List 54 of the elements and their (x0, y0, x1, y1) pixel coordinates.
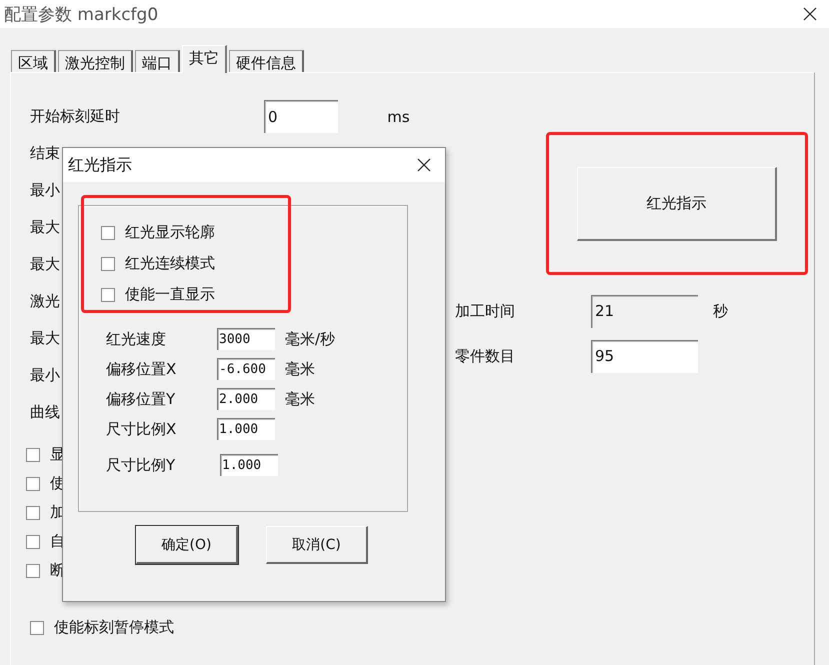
field-label: 尺寸比例X (106, 420, 178, 438)
unit-label: 毫米 (285, 390, 315, 408)
checkbox[interactable] (101, 226, 115, 240)
input-field[interactable]: 0 (264, 100, 338, 133)
unit-label: 毫米/秒 (285, 330, 336, 348)
checkbox-label: 红光显示轮廓 (125, 223, 215, 242)
checkbox[interactable] (26, 476, 40, 490)
input-field[interactable]: 95 (591, 340, 698, 372)
ok-button[interactable]: 确定(O) (136, 526, 238, 564)
close-icon[interactable] (417, 158, 431, 172)
field-label: 红光速度 (106, 330, 167, 348)
checkbox-label: 红光连续模式 (125, 254, 215, 273)
field-label: 最大 (30, 255, 60, 274)
tab[interactable]: 端口 (135, 50, 180, 72)
field-label: 结束 (30, 144, 60, 163)
input-field[interactable]: 1.000 (220, 454, 278, 476)
close-icon[interactable] (803, 7, 817, 21)
field-label: 偏移位置X (106, 360, 178, 378)
field-label: 激光 (30, 292, 60, 311)
checkbox-label: 使能标刻暂停模式 (54, 618, 174, 637)
unit-label: 毫米 (285, 360, 315, 378)
checkbox-label: 显 (50, 445, 65, 464)
field-label: 开始标刻延时 (30, 107, 120, 126)
checkbox-label: 使能一直显示 (125, 285, 215, 304)
input-field[interactable]: 2.000 (217, 388, 275, 410)
dialog-title: 红光指示 (68, 154, 132, 176)
field-label: 最小 (30, 181, 60, 200)
field-label: 零件数目 (455, 346, 516, 366)
tab[interactable]: 硬件信息 (229, 50, 304, 72)
field-label: 最大 (30, 329, 60, 348)
checkbox[interactable] (101, 288, 115, 302)
field-label: 曲线 (30, 403, 60, 422)
checkbox[interactable] (101, 256, 115, 270)
checkbox[interactable] (30, 620, 44, 634)
unit-label: ms (387, 108, 411, 126)
field-label: 尺寸比例Y (106, 456, 176, 474)
field-label: 加工时间 (455, 302, 516, 320)
field-label: 最小 (30, 366, 60, 385)
indicator-button[interactable]: 红光指示 (577, 166, 777, 240)
field-label: 偏移位置Y (106, 390, 176, 408)
checkbox[interactable] (26, 564, 40, 578)
checkbox[interactable] (26, 534, 40, 548)
window-title: 配置参数 markcfg0 (4, 4, 158, 26)
cancel-button[interactable]: 取消(C) (266, 526, 368, 564)
checkbox[interactable] (26, 448, 40, 462)
tab[interactable]: 激光控制 (58, 50, 133, 72)
tab[interactable]: 区域 (11, 50, 56, 72)
input-field[interactable]: 3000 (217, 328, 275, 350)
unit-label: 秒 (713, 302, 728, 320)
tab[interactable]: 其它 (182, 45, 227, 73)
input-field[interactable]: -6.600 (217, 358, 275, 380)
input-field[interactable]: 1.000 (217, 418, 275, 440)
checkbox[interactable] (26, 506, 40, 520)
field-label: 最大 (30, 218, 60, 237)
